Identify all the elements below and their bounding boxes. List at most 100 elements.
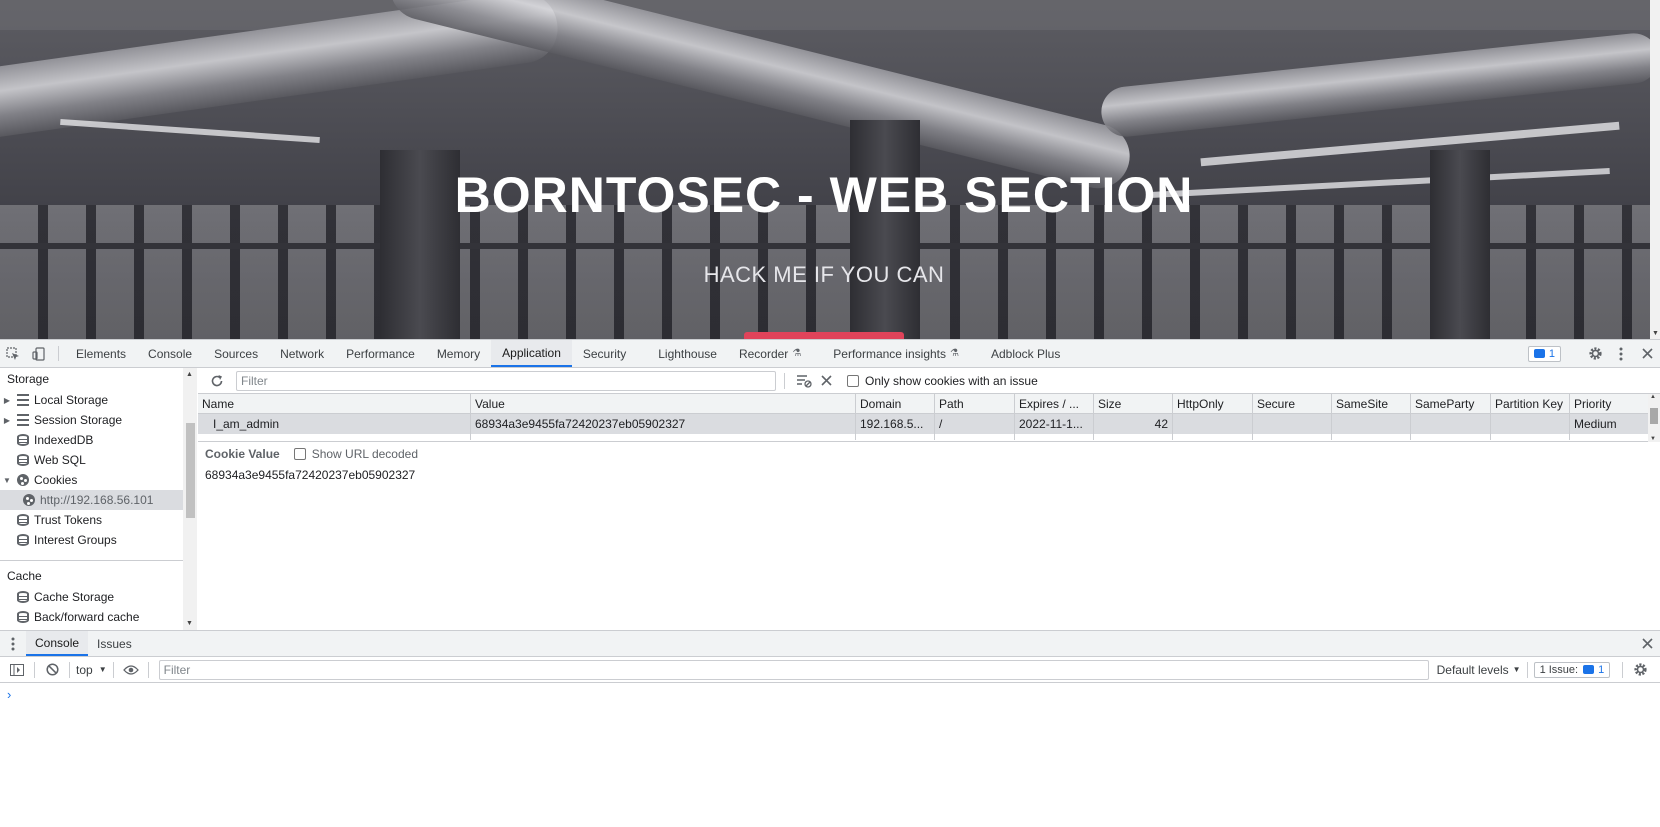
cookie-value-title: Cookie Value — [205, 447, 280, 461]
webpage-viewport: BORNTOSEC - WEB SECTION HACK ME IF YOU C… — [0, 0, 1660, 339]
column-header[interactable]: Partition Key — [1491, 394, 1570, 413]
cookie-sameparty-cell[interactable] — [1411, 414, 1491, 434]
only-issues-checkbox[interactable] — [847, 374, 859, 387]
device-toolbar-icon[interactable] — [26, 340, 52, 367]
sidebar-item-cache-storage[interactable]: Cache Storage — [0, 587, 196, 607]
cookies-filter-input[interactable] — [236, 370, 776, 391]
sidebar-item-back-forward-cache[interactable]: Back/forward cache — [0, 607, 196, 627]
column-header[interactable]: Name — [198, 394, 471, 413]
close-devtools-icon[interactable] — [1634, 348, 1660, 359]
sidebar-item-trust-tokens[interactable]: Trust Tokens — [0, 510, 196, 530]
tab-security[interactable]: Security — [572, 340, 637, 367]
inspect-element-icon[interactable] — [0, 340, 26, 367]
console-issues-count: 1 — [1598, 663, 1605, 676]
cookie-priority-cell[interactable]: Medium — [1570, 414, 1648, 434]
tab-console[interactable]: Console — [137, 340, 203, 367]
tab-adblock-plus[interactable]: Adblock Plus — [980, 340, 1071, 367]
column-header[interactable]: SameParty — [1411, 394, 1491, 413]
cookie-domain-cell[interactable]: 192.168.5... — [856, 414, 935, 434]
scroll-down-icon[interactable]: ▼ — [1650, 436, 1656, 442]
tab-sources[interactable]: Sources — [203, 340, 269, 367]
column-header[interactable]: SameSite — [1332, 394, 1411, 413]
show-url-decoded-toggle[interactable]: Show URL decoded — [293, 447, 418, 461]
scroll-up-icon[interactable]: ▲ — [186, 371, 193, 378]
cookie-httponly-cell[interactable] — [1173, 414, 1253, 434]
column-header[interactable]: Path — [935, 394, 1015, 413]
sidebar-item-label: http://192.168.56.101 — [40, 493, 154, 507]
context-selector[interactable]: top ▼ — [76, 663, 107, 677]
collapse-arrow-icon[interactable]: ▼ — [0, 476, 14, 485]
hero-subtitle: HACK ME IF YOU CAN — [703, 262, 945, 287]
expand-arrow-icon[interactable]: ▶ — [0, 416, 14, 425]
sidebar-item-label: Back/forward cache — [34, 610, 140, 624]
sidebar-scrollbar[interactable]: ▲ ▼ — [183, 368, 197, 630]
expand-arrow-icon[interactable]: ▶ — [0, 396, 14, 405]
console-filter-input[interactable] — [158, 659, 1429, 680]
cookie-samesite-cell[interactable] — [1332, 414, 1411, 434]
scrollbar-thumb[interactable] — [186, 423, 195, 518]
clear-filtered-cookies-icon[interactable] — [793, 370, 815, 392]
cookie-size-cell[interactable]: 42 — [1094, 414, 1173, 434]
column-header[interactable]: HttpOnly — [1173, 394, 1253, 413]
show-sidebar-icon[interactable] — [6, 659, 28, 681]
tab-elements[interactable]: Elements — [65, 340, 137, 367]
cookie-icon — [17, 474, 29, 486]
tab-performance[interactable]: Performance — [335, 340, 426, 367]
separator — [147, 661, 149, 678]
column-header[interactable]: Expires / ... — [1015, 394, 1094, 413]
tab-memory[interactable]: Memory — [426, 340, 491, 367]
cookie-expires-cell[interactable]: 2022-11-1... — [1015, 414, 1094, 434]
scrollbar-thumb[interactable] — [1650, 408, 1658, 424]
light-beam — [60, 118, 320, 144]
close-drawer-icon[interactable] — [1634, 638, 1660, 649]
clear-console-icon[interactable] — [41, 659, 63, 681]
table-row[interactable]: I_am_admin 68934a3e9455fa72420237eb05902… — [198, 414, 1660, 434]
chevron-down-icon: ▼ — [1512, 665, 1521, 674]
tab-network[interactable]: Network — [269, 340, 335, 367]
tab-recorder[interactable]: Recorder ⚗ — [728, 340, 812, 367]
console-prompt[interactable]: › — [0, 683, 1660, 702]
scroll-down-icon[interactable]: ▼ — [186, 620, 193, 627]
column-header[interactable]: Secure — [1253, 394, 1332, 413]
sidebar-item-cookies[interactable]: ▼ Cookies — [0, 470, 196, 490]
sidebar-item-web-sql[interactable]: Web SQL — [0, 450, 196, 470]
more-options-icon[interactable] — [1608, 347, 1634, 361]
cookie-partition-key-cell[interactable] — [1491, 414, 1570, 434]
sidebar-item-session-storage[interactable]: ▶ Session Storage — [0, 410, 196, 430]
log-levels-dropdown[interactable]: Default levels ▼ — [1437, 663, 1521, 677]
console-settings-gear-icon[interactable] — [1629, 659, 1651, 681]
column-header[interactable]: Size — [1094, 394, 1173, 413]
only-issues-toggle[interactable]: Only show cookies with an issue — [847, 374, 1038, 388]
issues-badge[interactable]: 1 — [1527, 345, 1561, 362]
refresh-icon[interactable] — [206, 370, 228, 392]
cookie-path-cell[interactable]: / — [935, 414, 1015, 434]
database-icon — [17, 534, 29, 546]
tab-performance-insights[interactable]: Performance insights ⚗ — [822, 340, 970, 367]
sidebar-item-local-storage[interactable]: ▶ Local Storage — [0, 390, 196, 410]
sidebar-item-indexeddb[interactable]: IndexedDB — [0, 430, 196, 450]
cookie-value-cell[interactable]: 68934a3e9455fa72420237eb05902327 — [471, 414, 856, 434]
tab-lighthouse[interactable]: Lighthouse — [647, 340, 728, 367]
drawer-tab-issues[interactable]: Issues — [88, 631, 141, 656]
sidebar-item-cookie-origin[interactable]: http://192.168.56.101 — [0, 490, 196, 510]
column-header[interactable]: Domain — [856, 394, 935, 413]
cookie-name-cell[interactable]: I_am_admin — [198, 414, 471, 434]
tab-application[interactable]: Application — [491, 340, 572, 367]
table-scrollbar[interactable]: ▲ ▼ — [1648, 394, 1660, 442]
clear-all-cookies-icon[interactable] — [815, 370, 837, 392]
hero-button[interactable] — [744, 332, 904, 339]
cookie-value-text[interactable]: 68934a3e9455fa72420237eb05902327 — [198, 466, 1660, 484]
cookie-secure-cell[interactable] — [1253, 414, 1332, 434]
sidebar-item-interest-groups[interactable]: Interest Groups — [0, 530, 196, 550]
column-header[interactable]: Value — [471, 394, 856, 413]
drawer-tab-console[interactable]: Console — [26, 631, 89, 656]
live-expression-eye-icon[interactable] — [120, 659, 142, 681]
show-url-decoded-checkbox[interactable] — [293, 448, 306, 460]
page-scrollbar[interactable]: ▼ — [1650, 0, 1660, 339]
console-issues-button[interactable]: 1 Issue: 1 — [1533, 661, 1611, 678]
drawer-menu-icon[interactable] — [0, 631, 26, 656]
tab-performance-insights-label: Performance insights — [833, 346, 946, 361]
scroll-up-icon[interactable]: ▲ — [1650, 394, 1656, 400]
column-header[interactable]: Priority — [1570, 394, 1648, 413]
settings-gear-icon[interactable] — [1582, 346, 1608, 361]
